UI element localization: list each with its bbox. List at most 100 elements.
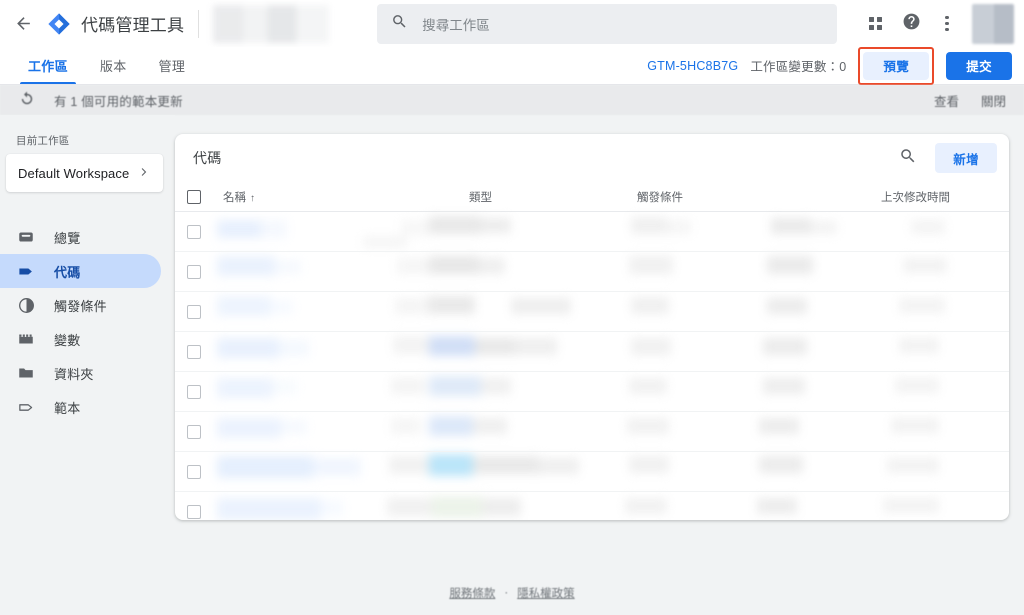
gtm-app-window: 代碼管理工具 搜尋工作區 工作區 版本 管理 GTM-5HC8B7G 工作區變更…	[0, 0, 1024, 615]
row-select-cell	[187, 224, 223, 239]
sidebar-nav: 總覽 代碼 觸發條件 變數 資料夾 範本	[0, 220, 175, 424]
row-checkbox[interactable]	[187, 344, 201, 359]
table-row[interactable]	[175, 372, 1009, 412]
back-arrow-icon	[14, 14, 33, 33]
workspace-tab-bar: 工作區 版本 管理 GTM-5HC8B7G 工作區變更數：0 預覽 提交	[0, 46, 1024, 85]
table-row[interactable]	[175, 492, 1009, 520]
workspace-changes-count: 工作區變更數：0	[750, 60, 847, 74]
workspace-name: Default Workspace	[18, 165, 130, 181]
submit-button[interactable]: 提交	[946, 51, 1012, 80]
table-header-row: 名稱 ↑ 類型 觸發條件 上次修改時間	[175, 182, 1009, 212]
help-button[interactable]	[894, 7, 928, 41]
more-vertical-icon	[945, 16, 949, 31]
row-select-cell	[187, 264, 223, 279]
table-row[interactable]	[175, 252, 1009, 292]
variables-icon	[16, 329, 36, 349]
tab-admin-label: 管理	[158, 59, 186, 74]
column-header-modified[interactable]: 上次修改時間	[881, 189, 1009, 205]
tab-workspace[interactable]: 工作區	[12, 47, 84, 84]
tab-admin[interactable]: 管理	[143, 47, 202, 84]
table-row[interactable]	[175, 412, 1009, 452]
notification-actions: 查看 關閉	[934, 91, 1006, 110]
chevron-right-icon	[137, 165, 151, 182]
page-title: 代碼	[193, 150, 222, 166]
workspace-actions: GTM-5HC8B7G 工作區變更數：0 預覽 提交	[647, 46, 1024, 85]
row-checkbox[interactable]	[187, 224, 201, 239]
select-all-cell	[187, 189, 223, 204]
column-header-name[interactable]: 名稱 ↑	[223, 189, 469, 205]
top-bar-actions	[858, 0, 1024, 47]
table-row[interactable]	[175, 212, 1009, 252]
sidebar-item-label: 資料夾	[54, 366, 94, 382]
privacy-policy-link[interactable]: 隱私權政策	[517, 585, 575, 601]
row-checkbox[interactable]	[187, 384, 201, 399]
tags-card: 代碼 新增 名稱 ↑ 類型 觸發條件 上次修改時間	[175, 134, 1009, 520]
tag-icon	[16, 261, 36, 281]
row-select-cell	[187, 384, 223, 399]
notification-view-action[interactable]: 查看	[934, 91, 959, 110]
search-icon	[391, 13, 408, 35]
overview-box-icon	[16, 227, 36, 247]
apps-grid-button[interactable]	[858, 7, 892, 41]
table-row[interactable]	[175, 452, 1009, 492]
table-row[interactable]	[175, 292, 1009, 332]
row-checkbox[interactable]	[187, 424, 201, 439]
sidebar-item-triggers[interactable]: 觸發條件	[0, 288, 161, 322]
sidebar: 目前工作區 Default Workspace 總覽 代碼 觸發條件 變數 資料…	[0, 115, 175, 615]
avatar[interactable]	[972, 3, 1014, 44]
column-header-type[interactable]: 類型	[469, 189, 637, 205]
search-input[interactable]: 搜尋工作區	[377, 3, 838, 44]
tab-list: 工作區 版本 管理	[0, 47, 201, 84]
notification-message: 有 1 個可用的範本更新	[54, 94, 183, 109]
row-checkbox[interactable]	[187, 264, 201, 279]
tab-workspace-label: 工作區	[28, 59, 68, 74]
top-bar: 代碼管理工具 搜尋工作區	[0, 0, 1024, 47]
workspace-selector[interactable]: Default Workspace	[6, 154, 163, 192]
sidebar-item-label: 觸發條件	[54, 298, 107, 314]
folder-icon	[16, 363, 36, 383]
table-search-button[interactable]	[891, 141, 925, 175]
row-checkbox[interactable]	[187, 304, 201, 319]
help-circle-icon	[902, 12, 921, 36]
card-header: 代碼 新增	[175, 134, 1009, 182]
apps-grid-icon	[868, 17, 882, 30]
preview-button-highlight: 預覽	[858, 46, 935, 85]
sidebar-item-tags[interactable]: 代碼	[0, 254, 161, 288]
brand[interactable]: 代碼管理工具	[46, 0, 198, 47]
container-id[interactable]: GTM-5HC8B7G	[647, 59, 738, 73]
card-header-actions: 新增	[891, 141, 997, 175]
sort-ascending-icon: ↑	[250, 192, 255, 204]
template-tag-icon	[16, 397, 36, 417]
search-placeholder: 搜尋工作區	[422, 17, 490, 33]
row-checkbox[interactable]	[187, 505, 201, 519]
back-button[interactable]	[0, 0, 46, 47]
add-tag-button[interactable]: 新增	[935, 143, 997, 173]
column-header-trigger[interactable]: 觸發條件	[637, 189, 881, 205]
search-wrapper: 搜尋工作區	[377, 3, 838, 44]
tab-versions[interactable]: 版本	[84, 47, 143, 84]
search-icon	[899, 147, 917, 170]
table-body	[175, 212, 1009, 520]
row-select-cell	[187, 344, 223, 359]
row-select-cell	[187, 505, 223, 519]
row-select-cell	[187, 424, 223, 439]
sidebar-item-overview[interactable]: 總覽	[0, 220, 161, 254]
sidebar-item-folders[interactable]: 資料夾	[0, 356, 161, 390]
terms-of-service-link[interactable]: 服務條款	[449, 585, 495, 601]
row-select-cell	[187, 304, 223, 319]
preview-button[interactable]: 預覽	[863, 51, 930, 80]
select-all-checkbox[interactable]	[187, 189, 201, 204]
gtm-diamond-icon	[46, 11, 72, 37]
tab-versions-label: 版本	[99, 59, 127, 74]
sidebar-item-templates[interactable]: 範本	[0, 390, 161, 424]
sidebar-item-label: 總覽	[54, 230, 81, 246]
table-row[interactable]	[175, 332, 1009, 372]
row-checkbox[interactable]	[187, 464, 201, 479]
more-options-button[interactable]	[930, 7, 964, 41]
app-title: 代碼管理工具	[81, 16, 185, 35]
current-workspace-label: 目前工作區	[16, 135, 70, 147]
sidebar-item-variables[interactable]: 變數	[0, 322, 161, 356]
footer: 服務條款 · 隱私權政策	[0, 585, 1024, 601]
row-select-cell	[187, 464, 223, 479]
notification-close-action[interactable]: 關閉	[981, 91, 1006, 110]
